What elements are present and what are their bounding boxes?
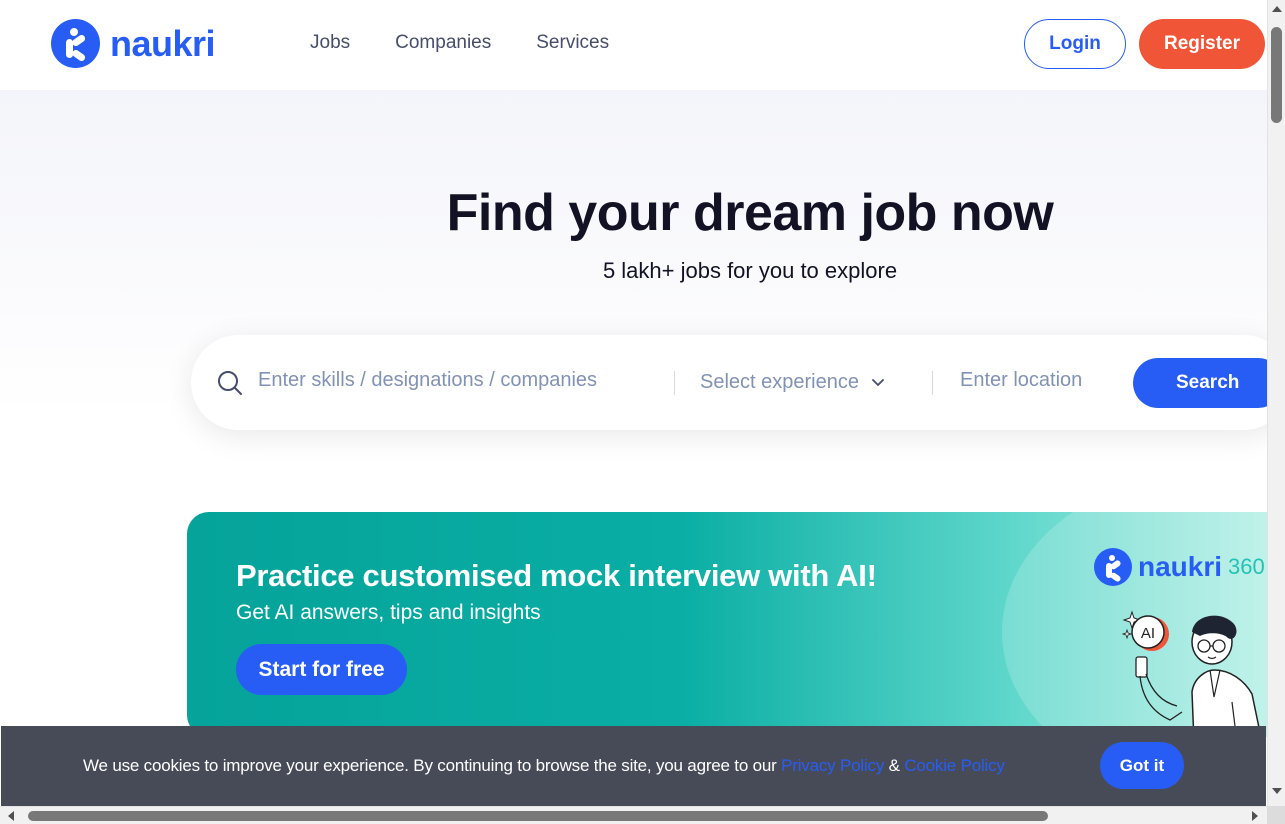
cookie-ampersand: &	[888, 756, 900, 775]
naukri-logo[interactable]: naukri	[51, 19, 216, 68]
cookie-policy-link[interactable]: Cookie Policy	[904, 756, 1005, 775]
logo-text: naukri	[110, 22, 216, 64]
naukri360-brand-text: naukri	[1138, 551, 1223, 582]
scroll-left-arrow-icon[interactable]	[8, 811, 14, 821]
job-search-bar: Select experience Search	[191, 335, 1267, 430]
experience-select-label: Select experience	[700, 371, 859, 393]
naukri-logo-icon	[51, 19, 100, 68]
search-icon	[218, 371, 242, 395]
scroll-right-arrow-icon[interactable]	[1252, 811, 1258, 821]
horizontal-scrollbar[interactable]	[0, 806, 1267, 824]
scrollbar-corner	[1267, 806, 1285, 824]
location-input[interactable]	[960, 369, 1120, 392]
naukri360-suffix: 360	[1228, 554, 1265, 579]
skills-search-input[interactable]	[258, 369, 658, 392]
nav-jobs[interactable]: Jobs	[310, 32, 350, 54]
hero-subtitle: 5 lakh+ jobs for you to explore	[602, 258, 898, 283]
naukri360-logo: naukri 360	[1094, 548, 1265, 586]
cookie-message: We use cookies to improve your experienc…	[83, 756, 1005, 776]
search-divider	[674, 371, 675, 395]
vertical-scrollbar[interactable]	[1267, 0, 1285, 806]
horizontal-scroll-thumb[interactable]	[28, 811, 1048, 821]
scroll-up-arrow-icon[interactable]	[1272, 6, 1282, 12]
privacy-policy-link[interactable]: Privacy Policy	[781, 756, 884, 775]
ai-badge-text: AI	[1141, 625, 1155, 642]
hero-section: Find your dream job now 5 lakh+ jobs for…	[0, 90, 1267, 806]
vertical-scroll-thumb[interactable]	[1271, 27, 1282, 123]
top-navbar: naukri Jobs Companies Services Login Reg…	[0, 0, 1267, 90]
main-nav: Jobs Companies Services	[310, 32, 609, 54]
promo-title: Practice customised mock interview with …	[236, 558, 877, 593]
search-button[interactable]: Search	[1133, 358, 1267, 408]
got-it-button[interactable]: Got it	[1100, 742, 1184, 789]
register-button[interactable]: Register	[1139, 19, 1265, 69]
hero-title: Find your dream job now	[446, 184, 1054, 242]
nav-services[interactable]: Services	[536, 32, 609, 54]
cookie-message-text: We use cookies to improve your experienc…	[83, 756, 777, 775]
scroll-down-arrow-icon[interactable]	[1272, 788, 1282, 794]
person-with-phone-illustration: AI	[1122, 610, 1262, 737]
cookie-consent-bar: We use cookies to improve your experienc…	[1, 726, 1266, 806]
nav-companies[interactable]: Companies	[395, 32, 491, 54]
promo-subtitle: Get AI answers, tips and insights	[236, 601, 541, 624]
login-button[interactable]: Login	[1024, 19, 1126, 69]
experience-select[interactable]: Select experience	[700, 371, 885, 394]
naukri-logo-icon	[1094, 548, 1132, 586]
chevron-down-icon	[872, 378, 884, 386]
search-divider	[932, 371, 933, 395]
mock-interview-banner: Practice customised mock interview with …	[187, 512, 1267, 737]
start-for-free-button[interactable]: Start for free	[236, 644, 407, 695]
page-viewport: Find your dream job now 5 lakh+ jobs for…	[0, 0, 1267, 806]
